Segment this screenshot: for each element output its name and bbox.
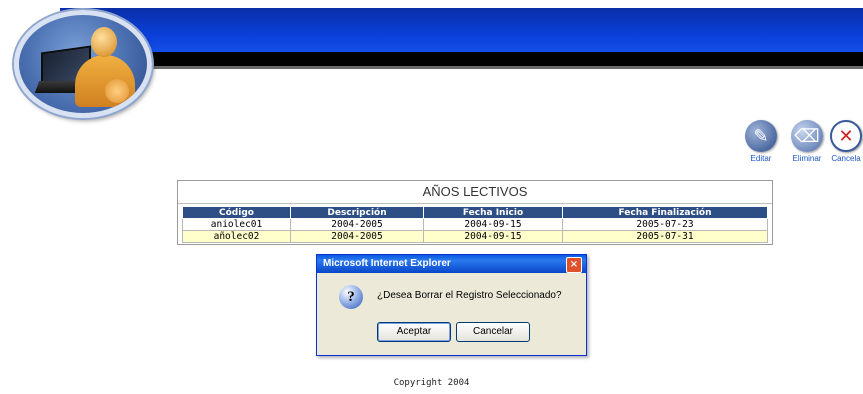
- accept-button[interactable]: Aceptar: [377, 322, 451, 342]
- copyright-text: Copyright 2004: [393, 378, 470, 388]
- records-table: Código Descripción Fecha Inicio Fecha Fi…: [182, 206, 768, 243]
- cancel-tool-button[interactable]: ✕ Cancela: [826, 120, 863, 163]
- header-stripe: [60, 52, 863, 69]
- cancel-button[interactable]: Cancelar: [456, 322, 530, 342]
- delete-button[interactable]: ⌫ Eliminar: [784, 120, 830, 163]
- table-cell: añolec02: [182, 230, 291, 243]
- table-header-row: Código Descripción Fecha Inicio Fecha Fi…: [182, 206, 768, 219]
- edit-button[interactable]: ✎ Editar: [738, 120, 784, 163]
- app-logo: [14, 10, 152, 118]
- table-cell: 2004-09-15: [423, 218, 563, 231]
- panel-title: AÑOS LECTIVOS: [178, 181, 772, 204]
- cancel-tool-label: Cancela: [831, 154, 861, 163]
- dialog-message: ¿Desea Borrar el Registro Seleccionado?: [377, 290, 562, 301]
- column-header: Descripción: [290, 206, 424, 219]
- table-cell: 2004-2005: [290, 218, 424, 231]
- table-cell: 2005-07-23: [562, 218, 768, 231]
- edit-icon: ✎: [745, 120, 777, 152]
- delete-label: Eliminar: [792, 154, 822, 163]
- column-header: Código: [182, 206, 291, 219]
- column-header: Fecha Finalización: [562, 206, 768, 219]
- table-cell: aniolec01: [182, 218, 291, 231]
- edit-label: Editar: [750, 154, 772, 163]
- cancel-icon: ✕: [830, 120, 862, 152]
- table-cell: 2005-07-31: [562, 230, 768, 243]
- confirm-dialog: Microsoft Internet Explorer × ? ¿Desea B…: [316, 254, 587, 356]
- person-body-graphic: [75, 55, 135, 107]
- close-icon[interactable]: ×: [566, 257, 582, 273]
- table-row[interactable]: aniolec01 2004-2005 2004-09-15 2005-07-2…: [182, 218, 768, 231]
- header-banner: [60, 8, 863, 52]
- table-cell: 2004-2005: [290, 230, 424, 243]
- records-panel: AÑOS LECTIVOS Código Descripción Fecha I…: [177, 180, 773, 245]
- person-head-graphic: [91, 27, 117, 57]
- question-icon: ?: [339, 285, 363, 309]
- person-secondary-graphic: [105, 79, 129, 103]
- delete-icon: ⌫: [791, 120, 823, 152]
- column-header: Fecha Inicio: [423, 206, 563, 219]
- dialog-title[interactable]: Microsoft Internet Explorer: [317, 255, 586, 273]
- table-cell: 2004-09-15: [423, 230, 563, 243]
- table-row-selected[interactable]: añolec02 2004-2005 2004-09-15 2005-07-31: [182, 230, 768, 243]
